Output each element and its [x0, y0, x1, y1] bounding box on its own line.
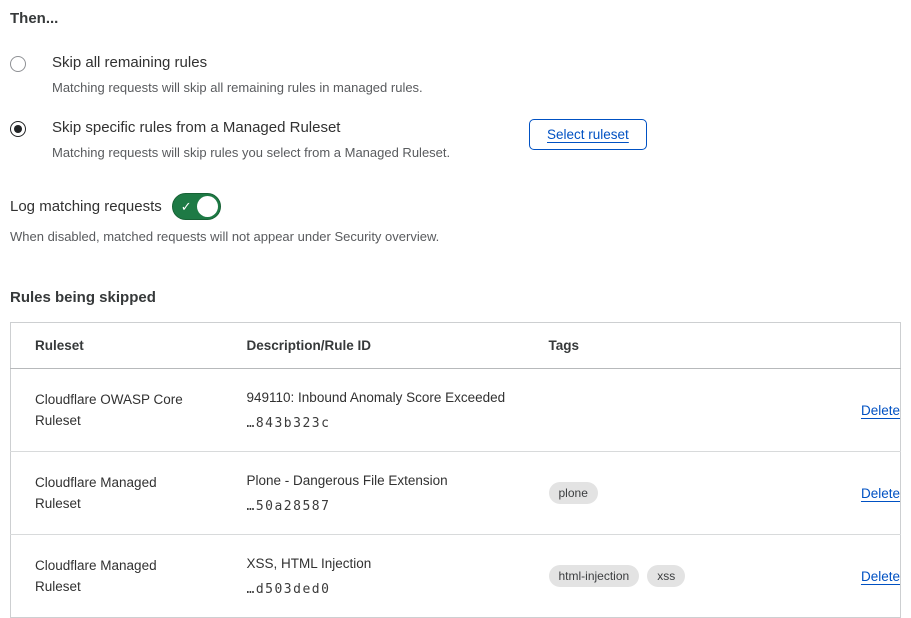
tags-cell: plone — [549, 482, 747, 504]
rule-id: …d503ded0 — [247, 582, 525, 597]
toggle-knob — [197, 196, 218, 217]
table-header-row: Ruleset Description/Rule ID Tags — [11, 323, 901, 369]
column-header-ruleset: Ruleset — [11, 323, 223, 369]
delete-link[interactable]: Delete — [861, 486, 900, 501]
option-skip-all-label[interactable]: Skip all remaining rules — [52, 53, 423, 73]
option-skip-specific-label[interactable]: Skip specific rules from a Managed Rules… — [52, 118, 450, 138]
then-heading: Then... — [10, 10, 900, 27]
tags-cell: html-injection xss — [549, 565, 747, 587]
ruleset-name: Cloudflare OWASP Core Ruleset — [35, 389, 193, 431]
ruleset-name: Cloudflare Managed Ruleset — [35, 555, 193, 597]
table-row: Cloudflare Managed Ruleset XSS, HTML Inj… — [11, 535, 901, 618]
ruleset-name: Cloudflare Managed Ruleset — [35, 472, 193, 514]
rule-description: Plone - Dangerous File Extension — [247, 472, 525, 490]
rules-being-skipped-heading: Rules being skipped — [10, 289, 900, 306]
table-row: Cloudflare OWASP Core Ruleset 949110: In… — [11, 369, 901, 452]
rule-id: …50a28587 — [247, 499, 525, 514]
tag-badge: xss — [647, 565, 685, 587]
log-matching-requests-toggle[interactable]: ✓ — [172, 193, 221, 220]
delete-link[interactable]: Delete — [861, 403, 900, 418]
delete-link[interactable]: Delete — [861, 569, 900, 584]
select-ruleset-button[interactable]: Select ruleset — [529, 119, 647, 150]
log-toggle-description: When disabled, matched requests will not… — [10, 229, 900, 244]
option-skip-specific: Skip specific rules from a Managed Rules… — [10, 118, 900, 161]
tag-badge: html-injection — [549, 565, 640, 587]
column-header-description: Description/Rule ID — [223, 323, 525, 369]
tag-badge: plone — [549, 482, 598, 504]
rule-description: XSS, HTML Injection — [247, 555, 525, 573]
option-skip-specific-description: Matching requests will skip rules you se… — [52, 144, 450, 161]
radio-skip-all[interactable] — [10, 56, 26, 72]
waf-rule-action-panel: Then... Skip all remaining rules Matchin… — [0, 0, 911, 618]
skipped-rules-table: Ruleset Description/Rule ID Tags Cloudfl… — [10, 322, 901, 618]
column-header-actions — [747, 323, 901, 369]
check-icon: ✓ — [181, 198, 192, 215]
table-row: Cloudflare Managed Ruleset Plone - Dange… — [11, 452, 901, 535]
log-matching-requests-label: Log matching requests — [10, 198, 162, 215]
option-skip-all: Skip all remaining rules Matching reques… — [10, 53, 900, 96]
option-skip-all-description: Matching requests will skip all remainin… — [52, 79, 423, 96]
rule-id: …843b323c — [247, 416, 525, 431]
radio-skip-specific[interactable] — [10, 121, 26, 137]
rule-description: 949110: Inbound Anomaly Score Exceeded — [247, 389, 525, 407]
column-header-tags: Tags — [525, 323, 747, 369]
